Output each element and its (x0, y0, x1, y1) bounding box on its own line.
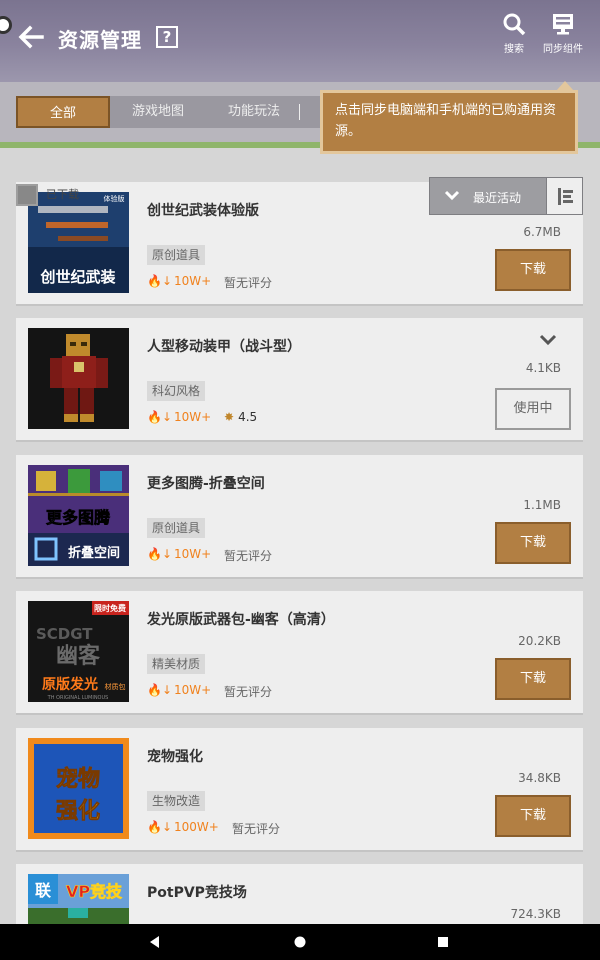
list-item[interactable]: 限时免费 SCDGT 幽客 原版发光 材质包 TH ORIGINAL LUMIN… (16, 591, 583, 715)
item-thumbnail: 创世纪武装 体验版 (28, 192, 129, 293)
page-title: 资源管理 (58, 28, 142, 52)
item-tag: 生物改造 (147, 791, 206, 811)
item-name: 创世纪武装体验版 (147, 203, 259, 219)
back-button[interactable] (16, 22, 46, 52)
flame-download-icon: 🔥↓ (147, 820, 172, 834)
item-thumbnail (28, 328, 129, 429)
download-count-value: 10W+ (174, 683, 212, 697)
item-size: 34.8KB (518, 771, 561, 785)
sort-label: 最近活动 (473, 191, 522, 205)
tab-game-maps[interactable]: 游戏地图 (116, 96, 200, 128)
download-button[interactable]: 下载 (495, 522, 571, 564)
back-arrow-icon (18, 25, 44, 49)
item-name: 更多图腾-折叠空间 (147, 476, 265, 492)
item-name: PotPVP竞技场 (147, 885, 247, 901)
flame-download-icon: 🔥↓ (147, 683, 172, 697)
system-nav-bar (0, 924, 600, 960)
item-rating: 暂无评分 (224, 276, 273, 290)
download-count: 🔥↓ 10W+ (147, 683, 211, 697)
item-size: 20.2KB (518, 634, 561, 648)
search-icon (503, 13, 526, 36)
thumb-title: 更多图腾 (46, 508, 111, 527)
item-size: 1.1MB (523, 498, 561, 512)
item-thumbnail: 更多图腾 折叠空间 (28, 465, 129, 566)
tab-all[interactable]: 全部 (16, 96, 110, 128)
item-size: 724.3KB (510, 907, 561, 921)
download-count: 🔥↓ 10W+ (147, 410, 211, 424)
download-count: 🔥↓ 10W+ (147, 274, 211, 288)
download-button[interactable]: 下载 (495, 795, 571, 837)
flame-download-icon: 🔥↓ (147, 547, 172, 561)
thumb-sub: SCDGT (36, 625, 93, 643)
thumb-small-label: 材质包 (105, 682, 126, 691)
list-item[interactable]: 宠物 强化 宠物强化 34.8KB 生物改造 🔥↓ 100W+ 暂无评分 下载 (16, 728, 583, 852)
nav-home-icon[interactable] (292, 924, 308, 960)
item-name: 发光原版武器包-幽客（高清） (147, 612, 335, 628)
sort-order-button[interactable] (546, 178, 582, 214)
item-name: 宠物强化 (147, 749, 203, 765)
thumb-subtitle: 原版发光 (42, 676, 98, 693)
download-count-value: 100W+ (174, 820, 219, 834)
chevron-down-icon (444, 190, 460, 201)
list-item[interactable]: 更多图腾 折叠空间 更多图腾-折叠空间 1.1MB 原创道具 🔥↓ 10W+ 暂… (16, 455, 583, 579)
search-label: 搜索 (504, 44, 524, 55)
item-rating: 暂无评分 (232, 822, 281, 836)
item-size: 4.1KB (525, 361, 561, 375)
thumb-title: 幽客 (56, 643, 101, 669)
list-item[interactable]: 联 VP竞技 PotPVP竞技场 724.3KB (16, 864, 583, 924)
download-count: 🔥↓ 10W+ (147, 547, 211, 561)
item-thumbnail: 限时免费 SCDGT 幽客 原版发光 材质包 TH ORIGINAL LUMIN… (28, 601, 129, 702)
thumb-badge: 体验版 (104, 194, 125, 203)
rating-value: 4.5 (238, 410, 258, 424)
sync-tooltip[interactable]: 点击同步电脑端和手机端的已购通用资源。 (320, 90, 578, 154)
thumb-title: 宠物 (56, 766, 100, 792)
item-tag: 精美材质 (147, 654, 206, 674)
item-tag: 科幻风格 (147, 381, 206, 401)
thumb-caption: TH ORIGINAL LUMINOUS (47, 695, 109, 701)
sort-icon (558, 188, 573, 205)
select-label: 已下载 (46, 188, 79, 201)
sort-dropdown[interactable]: 最近活动 (429, 177, 583, 215)
nav-recents-icon[interactable] (436, 924, 450, 960)
item-thumbnail: 联 VP竞技 (28, 874, 129, 924)
download-count-value: 10W+ (174, 274, 212, 288)
help-icon[interactable]: ? (156, 26, 178, 48)
flame-download-icon: 🔥↓ (147, 410, 172, 424)
item-tag: 原创道具 (147, 518, 206, 538)
download-button[interactable]: 下载 (495, 249, 571, 291)
download-count: 🔥↓ 100W+ (147, 820, 219, 834)
thumb-badge: 联 (35, 881, 51, 900)
tab-divider (299, 104, 300, 120)
download-button[interactable]: 下载 (495, 658, 571, 700)
thumb-title: 创世纪武装 (39, 268, 116, 286)
download-count-value: 10W+ (174, 410, 212, 424)
sync-label: 同步组件 (543, 44, 583, 55)
thumb-subtitle: 折叠空间 (68, 545, 120, 561)
sync-monitor-icon (553, 14, 573, 35)
thumb-subtitle: 强化 (56, 798, 100, 824)
download-count-value: 10W+ (174, 547, 212, 561)
item-size: 6.7MB (523, 225, 561, 239)
tab-gameplay[interactable]: 功能玩法 (212, 96, 296, 128)
item-thumbnail: 宠物 强化 (28, 738, 129, 839)
star-rating-icon: ✸ (224, 410, 235, 424)
thumb-title: VP竞技 (66, 882, 123, 901)
list-item[interactable]: 人型移动装甲（战斗型） 4.1KB 科幻风格 🔥↓ 10W+ ✸ 4.5 使用中 (16, 318, 583, 442)
search-button[interactable]: 搜索 (500, 12, 528, 55)
chevron-down-icon[interactable] (539, 334, 557, 346)
item-rating: ✸ 4.5 (224, 410, 257, 424)
item-rating: 暂无评分 (224, 685, 273, 699)
in-use-button[interactable]: 使用中 (495, 388, 571, 430)
item-tag: 原创道具 (147, 245, 206, 265)
flame-download-icon: 🔥↓ (147, 274, 172, 288)
sync-button[interactable]: 同步组件 (538, 12, 588, 55)
thumb-badge: 限时免费 (94, 603, 126, 613)
resource-list[interactable]: 创世纪武装 体验版 创世纪武装体验版 6.7MB 原创道具 🔥↓ 10W+ 暂无… (0, 148, 600, 924)
top-header: 资源管理 ? 搜索 同步组件 (0, 0, 600, 82)
item-name: 人型移动装甲（战斗型） (147, 339, 301, 355)
nav-back-icon[interactable] (146, 924, 164, 960)
select-all-checkbox[interactable] (16, 184, 38, 206)
item-rating: 暂无评分 (224, 549, 273, 563)
camera-indicator (0, 16, 12, 34)
